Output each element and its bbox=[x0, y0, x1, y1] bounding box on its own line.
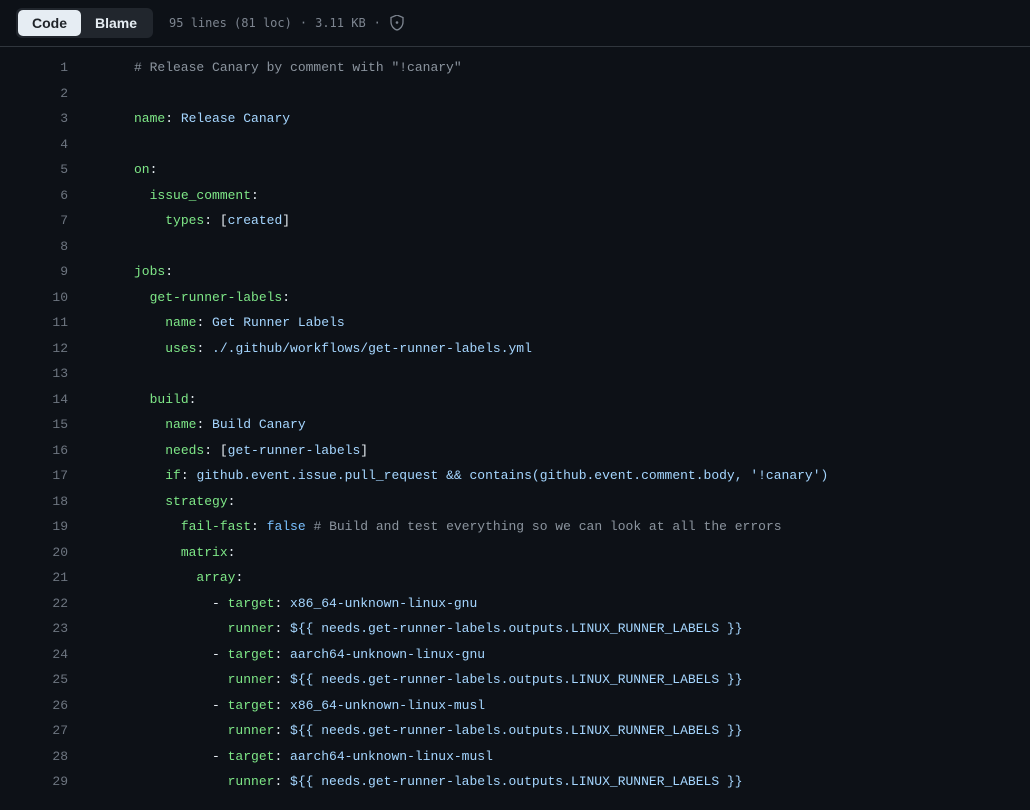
code-line: needs: [get-runner-labels] bbox=[90, 438, 1030, 464]
line-number[interactable]: 7 bbox=[0, 208, 68, 234]
line-number[interactable]: 25 bbox=[0, 667, 68, 693]
code-line: array: bbox=[90, 565, 1030, 591]
code-line: runner: ${{ needs.get-runner-labels.outp… bbox=[90, 718, 1030, 744]
code-line: - target: aarch64-unknown-linux-musl bbox=[90, 744, 1030, 770]
line-number[interactable]: 12 bbox=[0, 336, 68, 362]
code-line bbox=[90, 234, 1030, 260]
code-content[interactable]: # Release Canary by comment with "!canar… bbox=[90, 55, 1030, 795]
line-number[interactable]: 19 bbox=[0, 514, 68, 540]
line-number[interactable]: 5 bbox=[0, 157, 68, 183]
code-line: name: Build Canary bbox=[90, 412, 1030, 438]
line-number[interactable]: 11 bbox=[0, 310, 68, 336]
code-line: runner: ${{ needs.get-runner-labels.outp… bbox=[90, 769, 1030, 795]
line-number-gutter: 1234567891011121314151617181920212223242… bbox=[0, 55, 90, 795]
line-number[interactable]: 2 bbox=[0, 81, 68, 107]
code-line bbox=[90, 81, 1030, 107]
file-size: 3.11 KB bbox=[315, 16, 366, 30]
line-number[interactable]: 28 bbox=[0, 744, 68, 770]
line-number[interactable]: 26 bbox=[0, 693, 68, 719]
code-line: uses: ./.github/workflows/get-runner-lab… bbox=[90, 336, 1030, 362]
line-number[interactable]: 22 bbox=[0, 591, 68, 617]
line-number[interactable]: 21 bbox=[0, 565, 68, 591]
line-number[interactable]: 9 bbox=[0, 259, 68, 285]
tab-group: Code Blame bbox=[16, 8, 153, 38]
file-lines: 95 lines (81 loc) bbox=[169, 16, 292, 30]
line-number[interactable]: 8 bbox=[0, 234, 68, 260]
line-number[interactable]: 16 bbox=[0, 438, 68, 464]
code-line: runner: ${{ needs.get-runner-labels.outp… bbox=[90, 667, 1030, 693]
code-line: if: github.event.issue.pull_request && c… bbox=[90, 463, 1030, 489]
line-number[interactable]: 3 bbox=[0, 106, 68, 132]
line-number[interactable]: 13 bbox=[0, 361, 68, 387]
code-line: - target: x86_64-unknown-linux-musl bbox=[90, 693, 1030, 719]
line-number[interactable]: 18 bbox=[0, 489, 68, 515]
code-line: name: Get Runner Labels bbox=[90, 310, 1030, 336]
line-number[interactable]: 27 bbox=[0, 718, 68, 744]
line-number[interactable]: 23 bbox=[0, 616, 68, 642]
code-line: - target: aarch64-unknown-linux-gnu bbox=[90, 642, 1030, 668]
line-number[interactable]: 24 bbox=[0, 642, 68, 668]
code-line: # Release Canary by comment with "!canar… bbox=[90, 55, 1030, 81]
line-number[interactable]: 20 bbox=[0, 540, 68, 566]
line-number[interactable]: 10 bbox=[0, 285, 68, 311]
code-line: types: [created] bbox=[90, 208, 1030, 234]
line-number[interactable]: 15 bbox=[0, 412, 68, 438]
code-line: issue_comment: bbox=[90, 183, 1030, 209]
code-line: runner: ${{ needs.get-runner-labels.outp… bbox=[90, 616, 1030, 642]
separator: · bbox=[300, 16, 307, 30]
code-line: name: Release Canary bbox=[90, 106, 1030, 132]
line-number[interactable]: 17 bbox=[0, 463, 68, 489]
line-number[interactable]: 4 bbox=[0, 132, 68, 158]
code-line: fail-fast: false # Build and test everyt… bbox=[90, 514, 1030, 540]
line-number[interactable]: 14 bbox=[0, 387, 68, 413]
line-number[interactable]: 1 bbox=[0, 55, 68, 81]
code-line bbox=[90, 361, 1030, 387]
line-number[interactable]: 6 bbox=[0, 183, 68, 209]
code-area: 1234567891011121314151617181920212223242… bbox=[0, 47, 1030, 795]
code-line: get-runner-labels: bbox=[90, 285, 1030, 311]
code-line: matrix: bbox=[90, 540, 1030, 566]
file-toolbar: Code Blame 95 lines (81 loc) · 3.11 KB · bbox=[0, 0, 1030, 47]
shield-icon[interactable] bbox=[389, 15, 405, 31]
code-line: strategy: bbox=[90, 489, 1030, 515]
tab-blame[interactable]: Blame bbox=[81, 10, 151, 36]
file-info: 95 lines (81 loc) · 3.11 KB · bbox=[169, 15, 405, 31]
code-line: build: bbox=[90, 387, 1030, 413]
code-line: - target: x86_64-unknown-linux-gnu bbox=[90, 591, 1030, 617]
separator: · bbox=[374, 16, 381, 30]
tab-code[interactable]: Code bbox=[18, 10, 81, 36]
code-line: on: bbox=[90, 157, 1030, 183]
line-number[interactable]: 29 bbox=[0, 769, 68, 795]
code-line bbox=[90, 132, 1030, 158]
code-line: jobs: bbox=[90, 259, 1030, 285]
